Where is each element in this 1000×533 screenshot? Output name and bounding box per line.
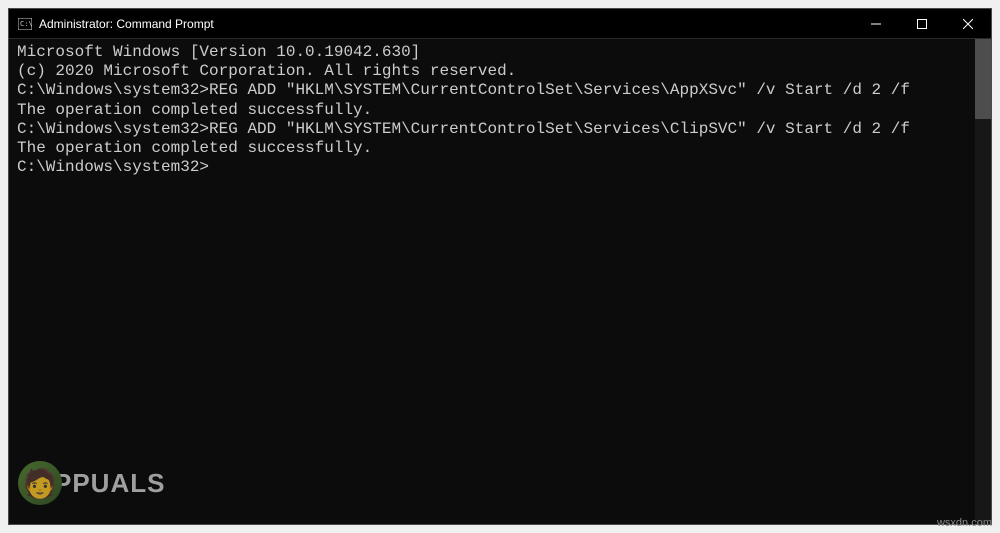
watermark-logo: 🧑 PPUALS: [18, 461, 165, 505]
command-prompt-window: C:\ Administrator: Command Prompt Micros…: [8, 8, 992, 525]
terminal-output[interactable]: Microsoft Windows [Version 10.0.19042.63…: [9, 39, 991, 524]
close-button[interactable]: [945, 9, 991, 38]
scrollbar-track[interactable]: [975, 39, 991, 524]
minimize-button[interactable]: [853, 9, 899, 38]
cmd-icon: C:\: [17, 16, 33, 32]
svg-text:C:\: C:\: [20, 20, 32, 28]
terminal-line: Microsoft Windows [Version 10.0.19042.63…: [17, 43, 983, 62]
scrollbar-thumb[interactable]: [975, 39, 991, 119]
watermark-avatar-icon: 🧑: [18, 461, 62, 505]
terminal-line: C:\Windows\system32>REG ADD "HKLM\SYSTEM…: [17, 120, 983, 139]
terminal-line: C:\Windows\system32>: [17, 158, 983, 177]
maximize-button[interactable]: [899, 9, 945, 38]
terminal-line: C:\Windows\system32>REG ADD "HKLM\SYSTEM…: [17, 81, 983, 100]
terminal-line: (c) 2020 Microsoft Corporation. All righ…: [17, 62, 983, 81]
source-attribution: wsxdn.com: [937, 517, 992, 529]
window-controls: [853, 9, 991, 38]
terminal-line: The operation completed successfully.: [17, 101, 983, 120]
watermark-text: PPUALS: [54, 468, 165, 499]
terminal-line: The operation completed successfully.: [17, 139, 983, 158]
titlebar[interactable]: C:\ Administrator: Command Prompt: [9, 9, 991, 39]
window-title: Administrator: Command Prompt: [39, 17, 853, 31]
